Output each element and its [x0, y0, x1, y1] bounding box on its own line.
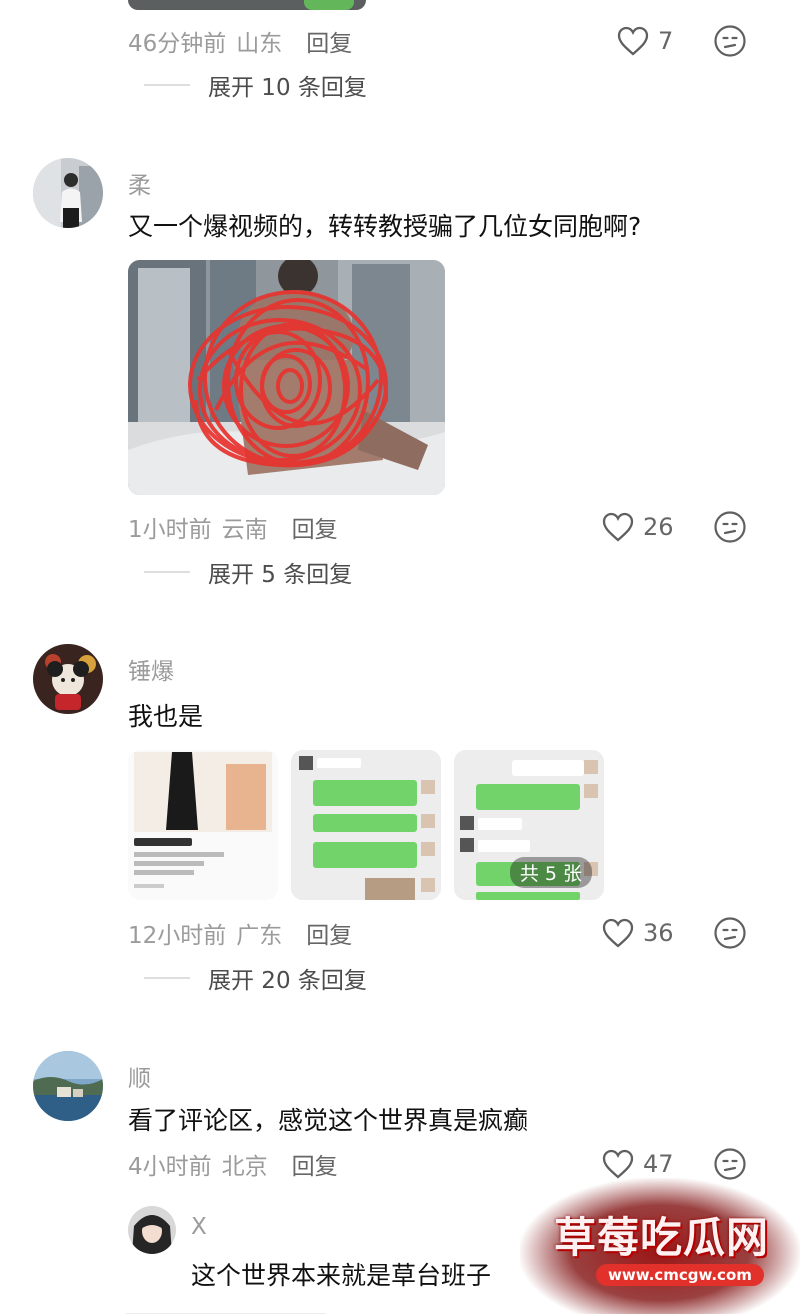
comment-username[interactable]: 柔	[128, 166, 151, 200]
comment-region: 山东	[236, 31, 283, 57]
comment-text: 看了评论区，感觉这个世界真是疯癫	[128, 1106, 529, 1135]
expand-replies-button[interactable]: 展开 20 条回复	[144, 961, 367, 995]
comment-username[interactable]: 顺	[128, 1059, 151, 1093]
like-count: 26	[643, 513, 674, 541]
expand-replies-label: 展开 5 条回复	[208, 562, 353, 588]
like-count: 47	[643, 1150, 674, 1178]
comment-time: 1小时前	[128, 517, 212, 543]
like-button[interactable]: 26	[601, 510, 674, 544]
avatar[interactable]	[33, 644, 103, 714]
comment-text: 又一个爆视频的，转转教授骗了几位女同胞啊?	[128, 212, 642, 241]
heart-outline-icon	[617, 26, 649, 56]
comment-region: 北京	[221, 1154, 268, 1180]
like-count: 7	[658, 27, 674, 55]
frown-face-icon[interactable]	[713, 1147, 747, 1181]
watermark-url: www.cmcgw.com	[596, 1264, 764, 1286]
site-watermark: 草莓吃瓜网 www.cmcgw.com	[520, 1178, 800, 1314]
expand-divider	[144, 571, 190, 573]
comment-text: 我也是	[128, 702, 204, 731]
comment-image[interactable]: 共 5 张	[454, 750, 604, 900]
reply-button[interactable]: 回复	[292, 1147, 338, 1181]
reply-button[interactable]: 回复	[292, 510, 338, 544]
reply-username[interactable]: X	[191, 1214, 207, 1240]
expand-replies-button[interactable]: 展开 5 条回复	[144, 555, 352, 589]
expand-divider	[144, 977, 190, 979]
comment-time: 4小时前	[128, 1154, 212, 1180]
frown-face-icon[interactable]	[713, 510, 747, 544]
heart-outline-icon	[602, 512, 634, 542]
comment-meta-row: 12小时前 广东 回复	[128, 916, 352, 950]
reply-button[interactable]: 回复	[306, 916, 352, 950]
expand-replies-label: 展开 10 条回复	[208, 75, 367, 101]
reply-text: 这个世界本来就是草台班子	[191, 1261, 492, 1290]
reply-button[interactable]: 回复	[306, 24, 352, 58]
watermark-title: 草莓吃瓜网	[554, 1213, 770, 1262]
comment-image[interactable]	[128, 260, 445, 495]
like-button[interactable]: 47	[601, 1147, 674, 1181]
comment-image[interactable]	[128, 750, 278, 900]
heart-outline-icon	[602, 918, 634, 948]
expand-replies-button[interactable]: 展开 10 条回复	[144, 68, 367, 102]
comment-image[interactable]	[291, 750, 441, 900]
avatar[interactable]	[33, 158, 103, 228]
comment-time: 12小时前	[128, 923, 227, 949]
like-count: 36	[643, 919, 674, 947]
frown-face-icon[interactable]	[713, 916, 747, 950]
frown-face-icon[interactable]	[713, 24, 747, 58]
expand-replies-label: 展开 20 条回复	[208, 968, 367, 994]
image-tag	[304, 0, 354, 10]
comment-username[interactable]: 锤爆	[128, 652, 174, 686]
avatar[interactable]	[33, 1051, 103, 1121]
comment-meta-row: 4小时前 北京 回复	[128, 1147, 338, 1181]
reply-avatar[interactable]	[128, 1206, 176, 1254]
comment-meta-row: 46分钟前 山东 回复	[128, 24, 352, 58]
image-count-badge: 共 5 张	[509, 857, 592, 888]
comment-region: 云南	[221, 517, 268, 543]
heart-outline-icon	[602, 1149, 634, 1179]
comment-region: 广东	[236, 923, 283, 949]
comment-time: 46分钟前	[128, 31, 227, 57]
like-button[interactable]: 36	[601, 916, 674, 950]
expand-divider	[144, 84, 190, 86]
comment-meta-row: 1小时前 云南 回复	[128, 510, 338, 544]
like-button[interactable]: 7	[616, 24, 673, 58]
previous-comment-image[interactable]	[128, 0, 366, 10]
